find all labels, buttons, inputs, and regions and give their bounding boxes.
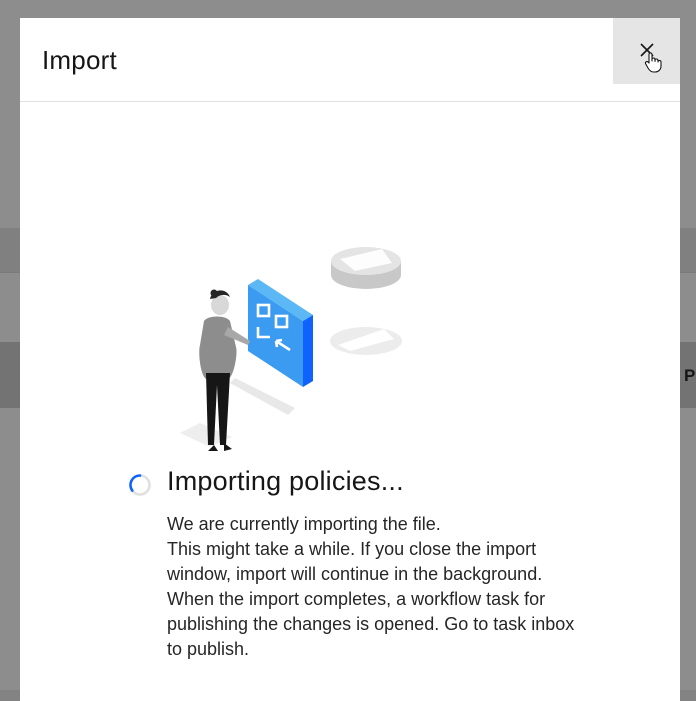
import-illustration	[180, 247, 402, 451]
status-paragraph: When the import completes, a workflow ta…	[167, 589, 575, 659]
status-message: We are currently importing the file. Thi…	[167, 512, 587, 662]
status-paragraph: We are currently importing the file.	[167, 514, 441, 534]
close-button[interactable]	[613, 18, 680, 84]
database-icon	[331, 247, 401, 289]
import-panel-icon	[248, 279, 313, 387]
import-dialog: Import Importing policies... We are curr…	[20, 18, 680, 701]
loading-spinner-icon	[129, 474, 151, 496]
background-edge-text: P	[684, 366, 696, 385]
database-disc-icon	[330, 327, 402, 355]
dialog-header: Import	[20, 18, 680, 102]
hand-pointer-icon	[644, 52, 662, 73]
status-title: Importing policies...	[167, 466, 404, 496]
status-paragraph: This might take a while. If you close th…	[167, 539, 543, 584]
dialog-title: Import	[42, 45, 117, 75]
